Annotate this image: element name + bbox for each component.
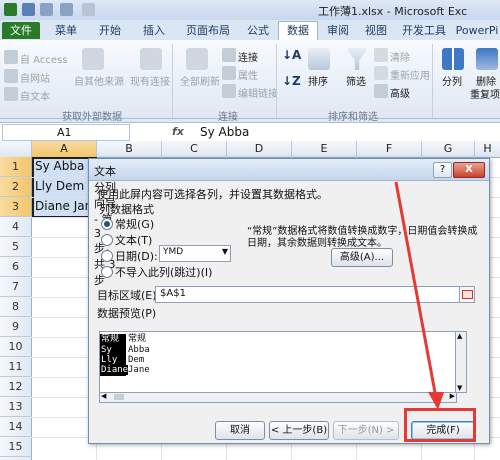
annotation-overlay [394,181,444,410]
annotation-arrow-line [394,181,438,399]
annotation-highlight-box [404,408,476,442]
